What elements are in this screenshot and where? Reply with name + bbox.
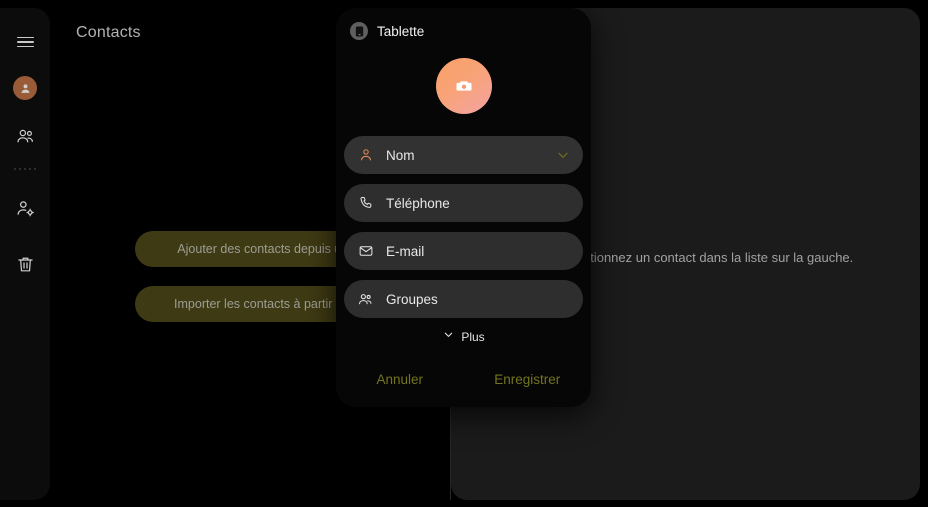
chevron-down-icon <box>442 328 455 346</box>
field-telephone-label: Téléphone <box>386 195 450 211</box>
dialog-footer: Annuler Enregistrer <box>336 351 591 407</box>
field-email-label: E-mail <box>386 243 425 259</box>
show-more-label: Plus <box>461 330 485 344</box>
show-more-button[interactable]: Plus <box>336 328 591 346</box>
app-window: Contacts Ajouter des contacts depuis un … <box>0 0 928 507</box>
dialog-header: Tablette <box>336 8 591 40</box>
sidebar-item-trash[interactable] <box>5 244 45 284</box>
save-button[interactable]: Enregistrer <box>464 351 592 407</box>
user-avatar-icon <box>21 83 29 93</box>
sidebar-item-profile[interactable] <box>13 76 37 100</box>
user-settings-icon <box>17 200 34 216</box>
field-email[interactable]: E-mail <box>344 232 583 270</box>
sidebar <box>0 8 50 500</box>
sidebar-item-menu[interactable] <box>5 22 45 62</box>
storage-target-label: Tablette <box>377 23 425 39</box>
field-groupes[interactable]: Groupes <box>344 280 583 318</box>
contact-photo-button[interactable] <box>435 58 492 114</box>
field-groupes-label: Groupes <box>386 291 438 307</box>
hamburger-icon <box>16 34 34 51</box>
chevron-down-icon[interactable] <box>555 147 571 163</box>
sidebar-divider <box>14 168 36 172</box>
field-nom-label: Nom <box>386 147 415 163</box>
trash-icon <box>17 257 33 271</box>
groups-icon <box>16 129 33 142</box>
field-nom[interactable]: Nom <box>344 136 583 174</box>
contact-fields: Nom Téléphone E-mail Groupes <box>336 136 591 318</box>
person-icon <box>356 147 375 163</box>
sidebar-item-manage-contacts[interactable] <box>5 188 45 228</box>
phone-icon <box>356 195 375 211</box>
storage-target-badge[interactable] <box>350 22 368 40</box>
groups-icon <box>356 291 375 308</box>
field-telephone[interactable]: Téléphone <box>344 184 583 222</box>
avatar-wrap <box>336 58 591 114</box>
envelope-icon <box>356 243 375 259</box>
tablet-icon <box>355 25 363 37</box>
cancel-button[interactable]: Annuler <box>336 351 464 407</box>
create-contact-dialog: Tablette Nom Téléphone E-mail Groupes Pl… <box>336 8 591 407</box>
camera-icon <box>456 81 471 91</box>
sidebar-item-groups[interactable] <box>5 116 45 156</box>
